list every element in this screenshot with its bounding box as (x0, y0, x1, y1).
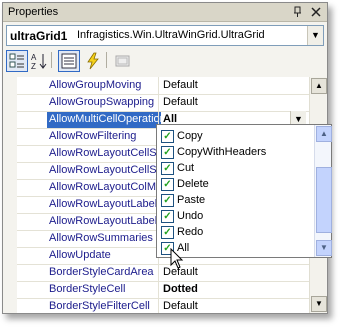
toolbar-separator (106, 52, 107, 68)
scroll-up-icon[interactable]: ▲ (311, 78, 327, 94)
row-gutter (3, 128, 17, 145)
alphabetical-icon[interactable]: AZ (28, 50, 50, 72)
dropdown-scrollbar[interactable]: ▲ ▼ (314, 125, 332, 257)
flags-dropdown: ✓ Copy ✓ CopyWithHeaders ✓ Cut ✓ Delete … (156, 124, 332, 258)
property-value[interactable]: Dotted (163, 283, 303, 297)
property-name: AllowRowSummaries (49, 232, 153, 244)
list-item[interactable]: ✓ Undo (157, 208, 313, 224)
list-item[interactable]: ✓ Delete (157, 176, 313, 192)
property-row[interactable]: BorderStyleCell Dotted (3, 281, 309, 299)
checkbox-checked-icon[interactable]: ✓ (161, 162, 174, 175)
chevron-down-icon[interactable]: ▼ (307, 26, 323, 45)
property-row[interactable]: BorderStyleFilterCell Default (3, 298, 309, 313)
svg-text:Z: Z (31, 62, 36, 71)
property-name: BorderStyleCell (49, 283, 126, 295)
checkbox-checked-icon[interactable]: ✓ (161, 146, 174, 159)
scroll-down-icon[interactable]: ▼ (316, 240, 332, 256)
property-pages-icon[interactable] (112, 50, 134, 72)
pin-icon[interactable] (291, 5, 305, 19)
row-gutter (3, 179, 17, 196)
property-row[interactable]: AllowGroupSwapping Default (3, 94, 309, 112)
property-name: BorderStyleFilterCell (49, 300, 150, 312)
row-gutter (3, 247, 17, 264)
checkbox-checked-icon[interactable]: ✓ (161, 194, 174, 207)
property-name: BorderStyleCardArea (49, 266, 154, 278)
row-gutter (3, 230, 17, 247)
row-gutter (3, 264, 17, 281)
svg-text:A: A (31, 53, 37, 62)
property-name: AllowRowFiltering (49, 130, 137, 142)
row-gutter (3, 213, 17, 230)
property-value[interactable]: Default (163, 79, 303, 93)
property-value[interactable]: Default (163, 96, 303, 110)
property-row[interactable]: AllowGroupMoving Default (3, 77, 309, 95)
property-name: AllowRowLayoutCellSp (49, 164, 159, 176)
column-separator (158, 94, 159, 111)
column-separator (158, 77, 159, 94)
item-label: Cut (177, 162, 195, 174)
toolbar-separator (51, 52, 52, 68)
column-separator (158, 298, 159, 313)
object-type: Infragistics.Win.UltraWinGrid.UltraGrid (77, 29, 265, 41)
list-item[interactable]: ✓ Copy (157, 128, 313, 144)
property-name: AllowRowLayoutLabelS (49, 198, 159, 210)
row-gutter (3, 162, 17, 179)
list-item[interactable]: ✓ Redo (157, 224, 313, 240)
row-gutter (3, 145, 17, 162)
property-name: AllowGroupMoving (49, 79, 142, 91)
property-row[interactable]: BorderStyleCardArea Default (3, 264, 309, 282)
row-gutter (3, 196, 17, 213)
row-gutter (3, 281, 17, 298)
item-label: Undo (177, 210, 204, 222)
property-value[interactable]: Default (163, 300, 303, 313)
column-separator (158, 281, 159, 298)
categorized-icon[interactable] (6, 50, 28, 72)
property-name: AllowGroupSwapping (49, 96, 155, 108)
row-gutter (3, 77, 17, 94)
property-value[interactable]: Default (163, 266, 303, 280)
item-label: Delete (177, 178, 209, 190)
property-name: AllowRowLayoutColMo (49, 181, 159, 193)
checkbox-checked-icon[interactable]: ✓ (161, 210, 174, 223)
property-name: AllowMultiCellOperation (47, 112, 161, 128)
item-label: Paste (177, 194, 206, 206)
checkbox-checked-icon[interactable]: ✓ (161, 178, 174, 191)
scroll-up-icon[interactable]: ▲ (316, 126, 332, 142)
properties-toolbar: AZ (6, 49, 324, 73)
scroll-down-icon[interactable]: ▼ (311, 296, 327, 312)
item-label: Copy (177, 130, 203, 142)
row-gutter (3, 94, 17, 111)
property-name: AllowRowLayoutLabelS (49, 215, 159, 227)
properties-icon[interactable] (58, 50, 80, 72)
object-selector[interactable]: ultraGrid1 Infragistics.Win.UltraWinGrid… (6, 25, 324, 46)
item-label: Redo (177, 226, 204, 238)
close-icon[interactable] (309, 5, 323, 19)
row-gutter (3, 111, 17, 128)
property-name: AllowRowLayoutCellSiz (49, 147, 159, 159)
row-gutter (3, 298, 17, 313)
events-icon[interactable] (82, 50, 104, 72)
title-bar: Properties (3, 3, 327, 22)
checkbox-checked-icon[interactable]: ✓ (161, 226, 174, 239)
mouse-pointer-icon (170, 247, 184, 270)
checkbox-checked-icon[interactable]: ✓ (161, 130, 174, 143)
list-item[interactable]: ✓ Paste (157, 192, 313, 208)
property-name: AllowUpdate (49, 249, 111, 261)
list-item[interactable]: ✓ Cut (157, 160, 313, 176)
object-name: ultraGrid1 (10, 29, 68, 43)
column-separator (158, 264, 159, 281)
panel-title: Properties (8, 6, 59, 18)
list-item[interactable]: ✓ CopyWithHeaders (157, 144, 313, 160)
scroll-thumb[interactable] (316, 167, 332, 233)
item-label: CopyWithHeaders (177, 146, 267, 158)
